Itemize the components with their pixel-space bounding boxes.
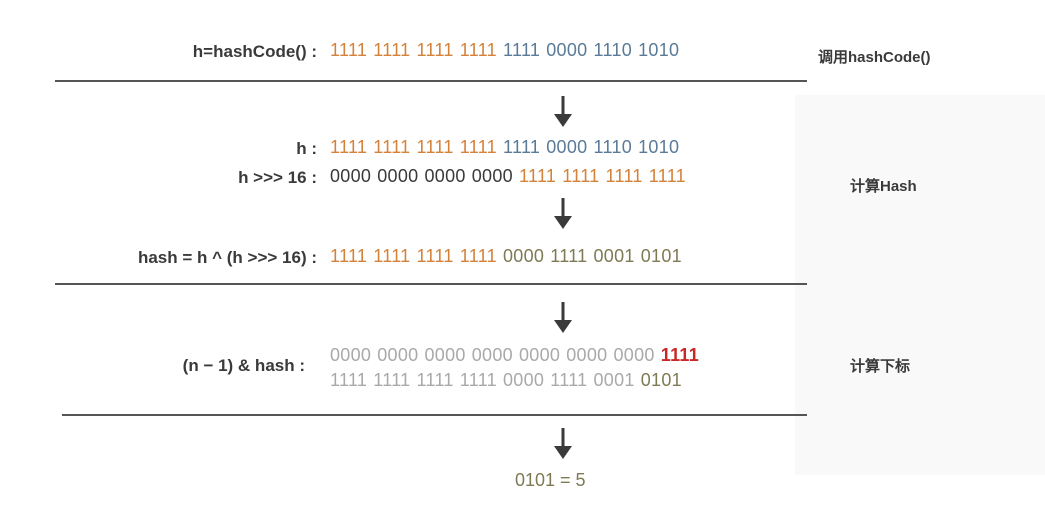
step1-side-label: 调用hashCode() <box>818 49 931 66</box>
bit-group: 1010 <box>638 137 680 157</box>
bit-group: 1111 <box>562 166 600 186</box>
divider-2 <box>55 283 807 285</box>
bit-group: 0000 <box>566 345 608 365</box>
bit-group: 0000 <box>519 345 561 365</box>
bit-group: 1111 <box>648 166 686 186</box>
step1-bits: 1111 1111 1111 1111 1111 0000 1110 1010 <box>330 40 679 61</box>
bit-group: 1111 <box>459 370 497 390</box>
bit-group: 1110 <box>593 40 633 60</box>
step4-label: (n − 1) & hash : <box>182 356 305 375</box>
bit-group: 1111 <box>416 40 454 60</box>
step2-h-bits: 1111 1111 1111 1111 1111 0000 1110 1010 <box>330 137 679 158</box>
hash-index-diagram: h=hashCode() : 1111 1111 1111 1111 1111 0000 1… <box>0 0 1045 531</box>
bit-group: 1111 <box>373 370 411 390</box>
step2-side-label: 计算Hash <box>850 178 917 195</box>
bit-group: 0101 <box>640 246 682 266</box>
bit-group: 1111 <box>503 137 541 157</box>
bit-group: 1111 <box>550 370 588 390</box>
bit-group: 1111 <box>459 40 497 60</box>
divider-3 <box>62 414 807 416</box>
bit-group: 1111 <box>416 137 454 157</box>
bit-group: 0000 <box>613 345 655 365</box>
down-arrow-icon <box>554 428 572 459</box>
down-arrow-icon <box>554 198 572 229</box>
bit-group: 0000 <box>546 40 588 60</box>
divider-1 <box>55 80 807 82</box>
bit-group: 1111 <box>373 137 411 157</box>
bit-group: 0000 <box>424 345 466 365</box>
bit-group: 0000 <box>471 166 513 186</box>
step3-label: hash = h ^ (h >>> 16) : <box>137 248 317 267</box>
bit-group: 0000 <box>330 345 372 365</box>
bit-group: 0000 <box>330 166 372 186</box>
bit-group: 0000 <box>503 246 545 266</box>
bit-group: 0101 <box>640 370 682 390</box>
bit-group: 1111 <box>330 246 368 266</box>
result-text: 0101 = 5 <box>515 470 586 490</box>
bit-group: 1111 <box>503 40 541 60</box>
down-arrow-icon <box>554 302 572 333</box>
bit-group: 0000 <box>377 166 419 186</box>
down-arrow-icon <box>554 96 572 127</box>
bit-group: 1111 <box>330 370 368 390</box>
side-panel-background <box>795 95 1045 475</box>
bit-group: 1111 <box>660 345 700 365</box>
step4-mask-bits: 0000 0000 0000 0000 0000 0000 0000 1111 <box>330 345 699 366</box>
bit-group: 1111 <box>330 137 368 157</box>
step4-hash-bits: 1111 1111 1111 1111 0000 1111 0001 0101 <box>330 370 682 391</box>
bit-group: 0001 <box>593 246 635 266</box>
bit-group: 0000 <box>503 370 545 390</box>
bit-group: 0001 <box>593 370 635 390</box>
bit-group: 1111 <box>373 40 411 60</box>
step3-bits: 1111 1111 1111 1111 0000 1111 0001 0101 <box>330 246 682 267</box>
bit-group: 1111 <box>416 370 454 390</box>
bit-group: 1111 <box>519 166 557 186</box>
step2-shift-label: h >>> 16 : <box>238 168 317 187</box>
step4-side-label: 计算下标 <box>850 358 911 375</box>
bit-group: 1010 <box>638 40 680 60</box>
bit-group: 1111 <box>605 166 643 186</box>
step2-h-label: h : <box>296 139 317 158</box>
bit-group: 1111 <box>416 246 454 266</box>
bit-group: 1111 <box>330 40 368 60</box>
bit-group: 0000 <box>377 345 419 365</box>
step1-label: h=hashCode() : <box>192 42 317 61</box>
step2-shift-bits: 0000 0000 0000 0000 1111 1111 1111 1111 <box>330 166 686 187</box>
bit-group: 0000 <box>424 166 466 186</box>
bit-group: 1111 <box>373 246 411 266</box>
bit-group: 1111 <box>459 137 497 157</box>
bit-group: 1111 <box>550 246 588 266</box>
bit-group: 1110 <box>593 137 633 157</box>
bit-group: 1111 <box>459 246 497 266</box>
bit-group: 0000 <box>546 137 588 157</box>
bit-group: 0000 <box>471 345 513 365</box>
